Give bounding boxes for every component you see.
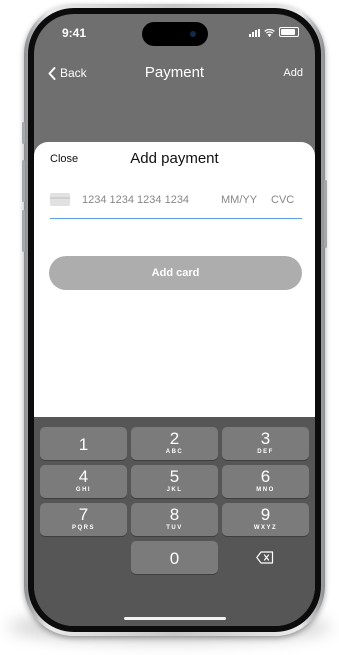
key-8[interactable]: 8 TUV xyxy=(131,503,218,536)
delete-key[interactable] xyxy=(222,541,309,574)
key-0[interactable]: 0 xyxy=(131,541,218,574)
key-7[interactable]: 7 PQRS xyxy=(40,503,127,536)
silent-switch xyxy=(22,122,25,144)
key-letters: JKL xyxy=(166,487,183,493)
key-letters: PQRS xyxy=(71,525,95,531)
key-letters: TUV xyxy=(166,525,183,531)
key-9[interactable]: 9 WXYZ xyxy=(222,503,309,536)
cvc-input[interactable]: CVC xyxy=(271,194,294,206)
key-digit: 7 xyxy=(78,505,89,524)
key-1[interactable]: 1 xyxy=(40,427,127,460)
add-button[interactable]: Add xyxy=(283,67,303,79)
phone-screen: 9:41 Back Payment Add Close Add payment … xyxy=(34,14,315,626)
volume-up-button xyxy=(22,160,25,202)
nav-title: Payment xyxy=(144,64,205,81)
key-letters: ABC xyxy=(165,449,184,455)
sheet-title: Add payment xyxy=(130,150,219,167)
key-digit: 6 xyxy=(260,467,271,486)
key-digit: 2 xyxy=(169,429,180,448)
wifi-icon xyxy=(264,28,275,37)
camera-dot xyxy=(190,31,196,37)
key-letters: MNO xyxy=(256,487,275,493)
key-digit: 0 xyxy=(169,549,180,568)
key-digit: 1 xyxy=(78,435,89,454)
status-time: 9:41 xyxy=(62,26,87,40)
navigation-bar: Back Payment Add xyxy=(34,62,315,86)
numeric-keypad: 1 2 ABC 3 DEF 4 GHI 5 JKL 6 MNO 7 PQRS 8… xyxy=(34,417,315,626)
add-card-button[interactable]: Add card xyxy=(49,256,302,290)
card-number-input[interactable]: 1234 1234 1234 1234 xyxy=(82,194,189,206)
key-digit: 4 xyxy=(78,467,89,486)
key-letters: GHI xyxy=(75,487,92,493)
home-indicator[interactable] xyxy=(124,617,226,620)
key-digit: 8 xyxy=(169,505,180,524)
key-letters: DEF xyxy=(257,449,274,455)
key-letters: WXYZ xyxy=(253,525,278,531)
key-4[interactable]: 4 GHI xyxy=(40,465,127,498)
add-payment-sheet: Close Add payment 1234 1234 1234 1234 MM… xyxy=(34,142,315,417)
signal-icon xyxy=(249,29,260,37)
key-2[interactable]: 2 ABC xyxy=(131,427,218,460)
volume-down-button xyxy=(22,210,25,252)
key-digit: 5 xyxy=(169,467,180,486)
power-button xyxy=(324,180,327,248)
status-icons xyxy=(249,27,299,37)
backspace-icon xyxy=(256,551,274,564)
battery-icon xyxy=(279,27,299,37)
dynamic-island xyxy=(142,22,208,46)
key-5[interactable]: 5 JKL xyxy=(131,465,218,498)
expiry-input[interactable]: MM/YY xyxy=(221,194,257,206)
credit-card-icon xyxy=(50,193,70,206)
key-3[interactable]: 3 DEF xyxy=(222,427,309,460)
status-bar: 9:41 xyxy=(34,14,315,58)
key-digit: 3 xyxy=(260,429,271,448)
key-digit: 9 xyxy=(260,505,271,524)
key-6[interactable]: 6 MNO xyxy=(222,465,309,498)
card-input-field[interactable]: 1234 1234 1234 1234 MM/YY CVC xyxy=(50,182,302,219)
